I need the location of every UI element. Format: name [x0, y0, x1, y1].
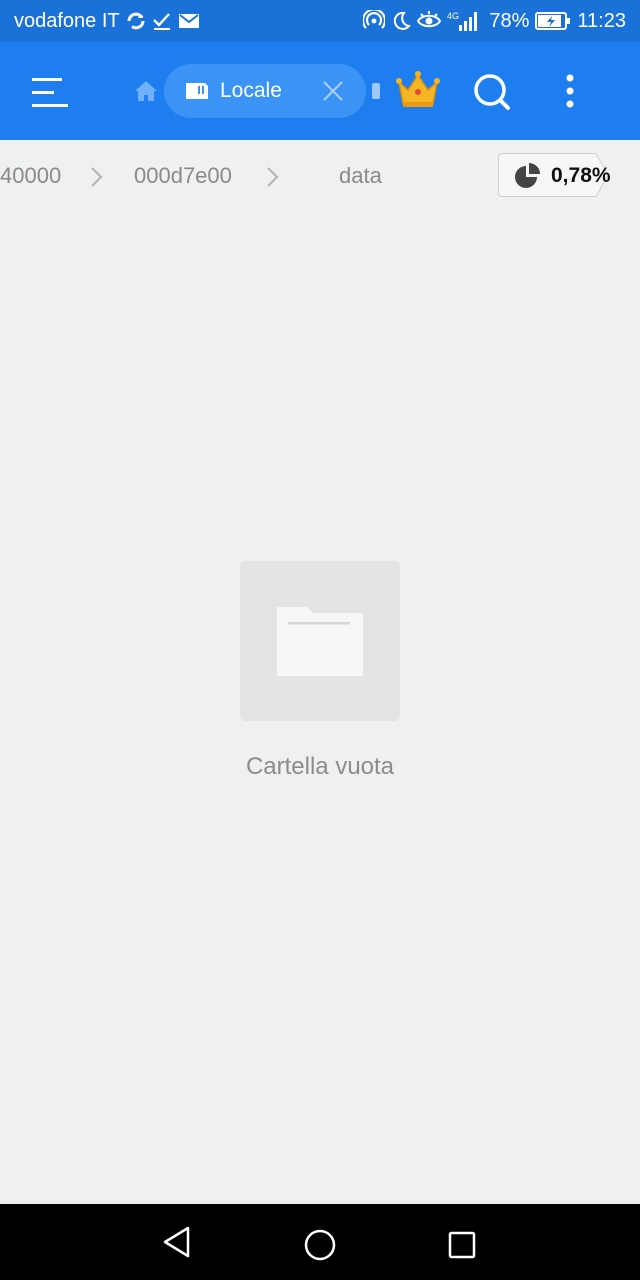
empty-folder-illustration [240, 561, 400, 721]
signal-icon: 4G [447, 10, 481, 32]
network-label: 4G [447, 11, 459, 21]
search-icon [474, 74, 510, 110]
breadcrumb-item[interactable]: 40000 [0, 162, 61, 190]
tab-label: Locale [220, 79, 282, 102]
status-right: 4G 78% 11:23 [363, 10, 626, 33]
moon-icon [391, 11, 412, 31]
premium-button[interactable] [396, 70, 440, 115]
home-icon[interactable] [134, 80, 158, 107]
hotspot-icon [363, 10, 386, 32]
storage-usage-button[interactable]: 0,78% [498, 153, 611, 197]
battery-icon [535, 12, 571, 30]
recent-apps-icon[interactable] [447, 1230, 477, 1265]
sync-icon [126, 11, 146, 31]
menu-button[interactable] [26, 72, 70, 112]
clock: 11:23 [577, 9, 626, 32]
chevron-right-icon [88, 166, 104, 193]
carrier-label: vodafone IT [14, 9, 120, 32]
storage-percent: 0,78% [551, 164, 611, 187]
battery-percent: 78% [489, 9, 530, 32]
home-nav-icon[interactable] [303, 1228, 337, 1267]
breadcrumb-item-current[interactable]: data [339, 162, 382, 190]
check-icon [152, 11, 172, 31]
status-left: vodafone IT [14, 10, 200, 33]
back-icon[interactable] [162, 1226, 192, 1263]
storage-icon [184, 80, 210, 107]
breadcrumb: 40000 000d7e00 data 0,78% [0, 140, 640, 212]
chevron-right-icon [264, 166, 280, 193]
crown-icon [396, 71, 440, 107]
eye-icon [417, 11, 442, 31]
search-button[interactable] [472, 72, 512, 117]
more-options-button[interactable] [556, 70, 584, 114]
more-vert-icon [566, 74, 574, 108]
pie-chart-icon [514, 163, 542, 194]
folder-icon [277, 607, 363, 676]
hamburger-icon [32, 78, 68, 107]
empty-folder-message: Cartella vuota [245, 753, 395, 780]
navigation-bar [0, 1204, 640, 1280]
breadcrumb-item[interactable]: 000d7e00 [134, 162, 232, 190]
mail-icon [178, 12, 200, 30]
tab-locale[interactable]: Locale [164, 64, 366, 118]
status-bar: vodafone IT 4G 78% 11:23 [0, 0, 640, 42]
next-tab-indicator[interactable] [372, 83, 380, 99]
close-icon[interactable] [322, 80, 344, 107]
app-bar: Locale [0, 42, 640, 140]
